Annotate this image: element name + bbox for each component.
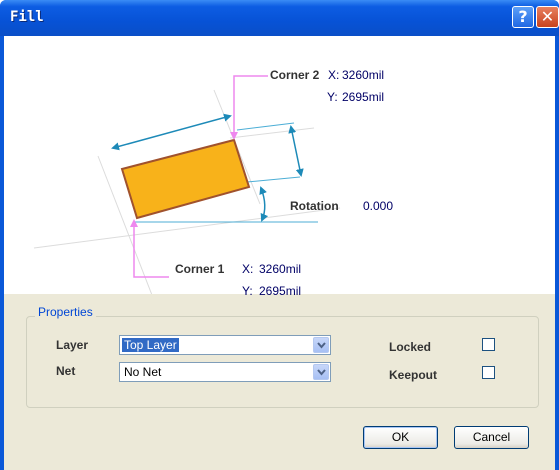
ok-button[interactable]: OK — [363, 426, 438, 449]
corner2-label: Corner 2 — [270, 68, 320, 82]
rotation-label: Rotation — [290, 199, 339, 213]
corner1-x-value: 3260mil — [259, 262, 302, 276]
corner2-x-label: X: — [328, 68, 340, 82]
properties-group-title: Properties — [35, 305, 96, 319]
corner2-y-value: 2695mil — [342, 90, 385, 104]
cancel-button[interactable]: Cancel — [454, 426, 529, 449]
chevron-down-icon — [317, 342, 326, 349]
net-select[interactable]: No Net — [119, 362, 331, 382]
fill-dialog-window: Fill ? ✕ Corner 2 X: 3260mil Y: 2695mil … — [0, 0, 559, 470]
close-button[interactable]: ✕ — [536, 6, 559, 28]
fill-diagram: Corner 2 X: 3260mil Y: 2695mil Rotation … — [4, 36, 555, 327]
layer-select-value: Top Layer — [122, 338, 179, 352]
keepout-label: Keepout — [389, 368, 437, 382]
corner1-x-label: X: — [242, 262, 254, 276]
keepout-checkbox[interactable] — [482, 366, 495, 379]
window-title: Fill — [10, 9, 44, 25]
close-icon: ✕ — [540, 7, 555, 26]
rotation-value: 0.000 — [363, 199, 394, 213]
corner2-y-label: Y: — [327, 90, 338, 104]
net-select-value: No Net — [124, 365, 162, 379]
chevron-down-icon — [317, 369, 326, 376]
net-dropdown-button[interactable] — [313, 364, 329, 380]
locked-label: Locked — [389, 340, 432, 354]
net-label: Net — [56, 364, 76, 378]
layer-label: Layer — [56, 338, 89, 352]
corner1-y-value: 2695mil — [259, 284, 302, 298]
corner2-x-value: 3260mil — [342, 68, 385, 82]
title-bar[interactable]: Fill ? ✕ — [0, 0, 559, 36]
fill-rectangle — [120, 138, 251, 220]
locked-checkbox[interactable] — [482, 338, 495, 351]
help-button[interactable]: ? — [512, 6, 534, 28]
dialog-client-area: Corner 2 X: 3260mil Y: 2695mil Rotation … — [4, 36, 555, 470]
corner1-label: Corner 1 — [175, 262, 225, 276]
corner1-y-label: Y: — [242, 284, 253, 298]
layer-select[interactable]: Top Layer — [119, 335, 331, 355]
layer-dropdown-button[interactable] — [313, 337, 329, 353]
help-icon: ? — [518, 7, 528, 26]
